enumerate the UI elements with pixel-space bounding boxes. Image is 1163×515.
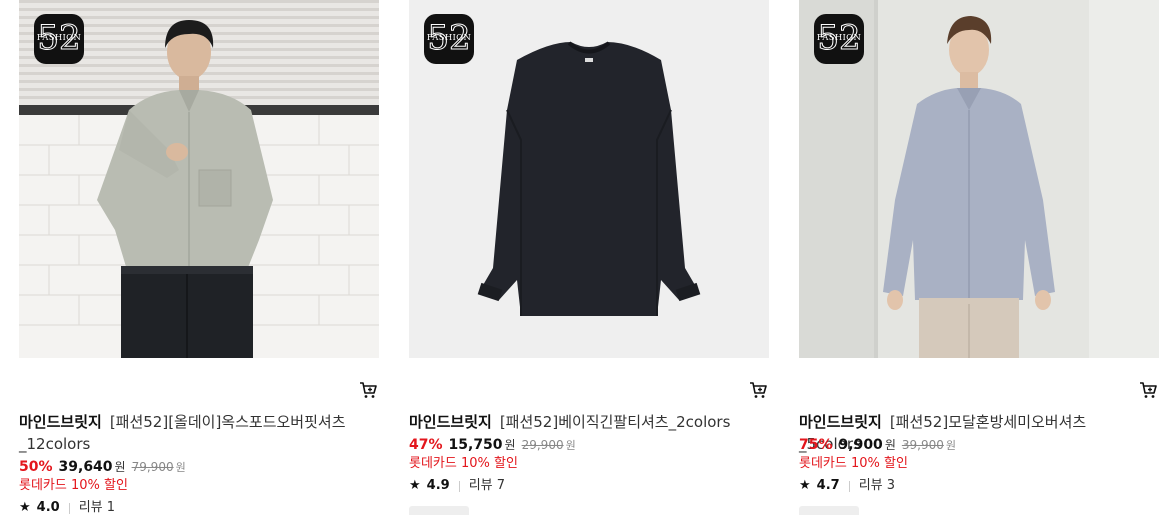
discount-rate: 75% <box>799 437 833 453</box>
price-row: 75% 9,900 원 39,900 원 <box>799 436 956 455</box>
divider <box>68 502 70 514</box>
review-row[interactable]: ★ 4.0 리뷰 1 <box>19 499 115 515</box>
cart-icon[interactable] <box>749 381 767 399</box>
card-discount-promo: 롯데카드 10% 할인 <box>409 456 518 471</box>
product-card[interactable]: 52 FASHION 마인드브릿지 [패션52][올데이]옥스포드오버핏셔츠_12… <box>19 0 379 515</box>
review-label: 리뷰 <box>468 478 493 493</box>
original-price: 39,900 <box>901 438 944 452</box>
star-icon: ★ <box>19 500 31 515</box>
rating-score: 4.0 <box>36 500 60 515</box>
original-currency-label: 원 <box>565 439 576 452</box>
rating-score: 4.7 <box>816 478 840 493</box>
rating-score: 4.9 <box>426 478 450 493</box>
product-image[interactable]: 52 FASHION <box>409 0 769 358</box>
discount-rate: 47% <box>409 437 443 453</box>
cart-icon[interactable] <box>1139 381 1157 399</box>
review-row[interactable]: ★ 4.9 리뷰 7 <box>409 477 505 495</box>
sale-price: 9,900 <box>838 437 883 453</box>
product-title[interactable]: 마인드브릿지 [패션52][올데이]옥스포드오버핏셔츠_12colors <box>19 411 364 455</box>
review-count: 1 <box>106 500 116 515</box>
review-count: 7 <box>496 478 506 493</box>
product-name[interactable]: [패션52]베이직긴팔티셔츠_2colors <box>500 413 731 431</box>
discount-rate: 50% <box>19 459 53 475</box>
coupon-chip <box>799 506 859 515</box>
product-brand[interactable]: 마인드브릿지 <box>19 413 102 431</box>
product-brand[interactable]: 마인드브릿지 <box>799 413 882 431</box>
product-brand[interactable]: 마인드브릿지 <box>409 413 492 431</box>
price-row: 47% 15,750 원 29,900 원 <box>409 436 576 455</box>
card-discount-promo: 롯데카드 10% 할인 <box>19 478 128 493</box>
product-grid: 52 FASHION 마인드브릿지 [패션52][올데이]옥스포드오버핏셔츠_12… <box>0 0 1163 515</box>
fashion52-badge-logo: 52 FASHION <box>34 14 84 64</box>
cart-icon[interactable] <box>359 381 377 399</box>
original-currency-label: 원 <box>945 439 956 452</box>
review-count: 3 <box>886 478 896 493</box>
currency-label: 원 <box>884 438 896 452</box>
original-price: 29,900 <box>521 438 564 452</box>
product-card[interactable]: 52 FASHION 마인드브릿지 [패션52]모달혼방세미오버셔츠_5color… <box>799 0 1159 515</box>
fashion52-badge-logo: 52 FASHION <box>424 14 474 64</box>
original-price: 79,900 <box>131 460 174 474</box>
product-image[interactable]: 52 FASHION <box>799 0 1159 358</box>
star-icon: ★ <box>409 478 421 493</box>
fashion52-badge-logo: 52 FASHION <box>814 14 864 64</box>
divider <box>458 480 460 492</box>
sale-price: 39,640 <box>58 459 113 475</box>
review-label: 리뷰 <box>858 478 883 493</box>
sale-price: 15,750 <box>448 437 503 453</box>
coupon-chip <box>409 506 469 515</box>
star-icon: ★ <box>799 478 811 493</box>
product-title[interactable]: 마인드브릿지 [패션52]베이직긴팔티셔츠_2colors <box>409 411 754 433</box>
divider <box>848 480 850 492</box>
product-image[interactable]: 52 FASHION <box>19 0 379 358</box>
price-row: 50% 39,640 원 79,900 원 <box>19 458 186 477</box>
currency-label: 원 <box>114 460 126 474</box>
review-row[interactable]: ★ 4.7 리뷰 3 <box>799 477 895 495</box>
original-currency-label: 원 <box>175 461 186 474</box>
product-card[interactable]: 52 FASHION 마인드브릿지 [패션52]베이직긴팔티셔츠_2colors … <box>409 0 769 515</box>
card-discount-promo: 롯데카드 10% 할인 <box>799 456 908 471</box>
review-label: 리뷰 <box>78 500 103 515</box>
currency-label: 원 <box>504 438 516 452</box>
